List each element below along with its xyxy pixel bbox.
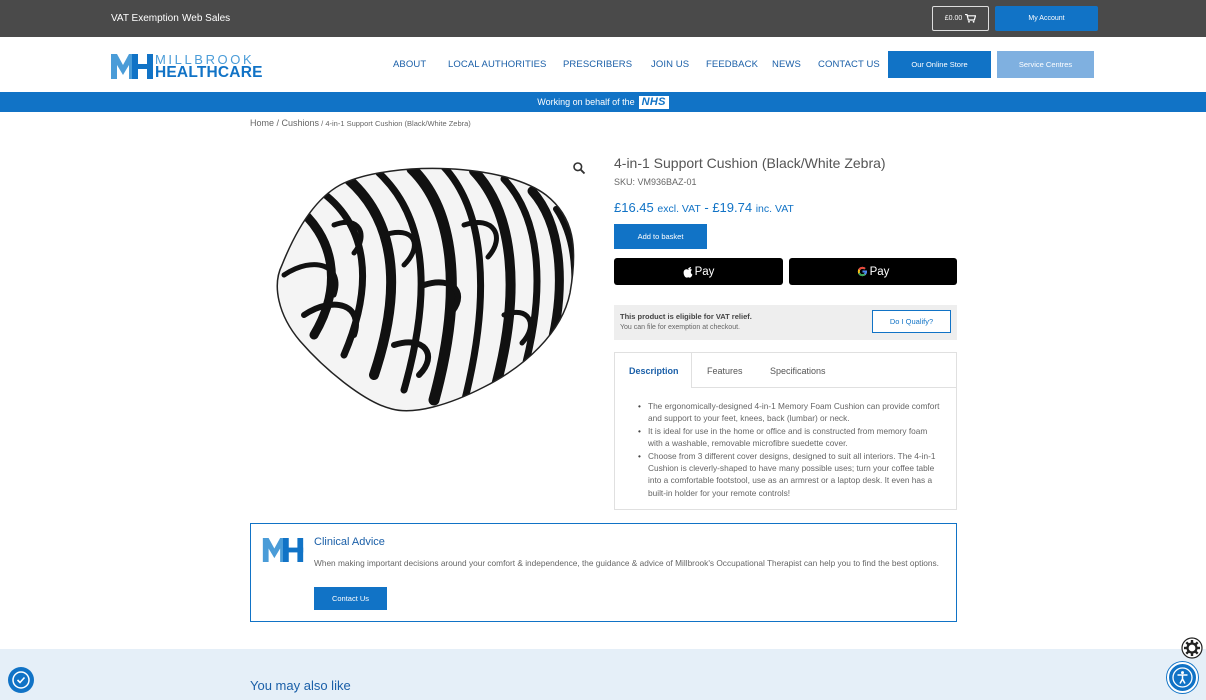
google-pay-label: Pay xyxy=(869,265,890,278)
breadcrumb-separator: / xyxy=(274,118,282,128)
my-account-button[interactable]: My Account xyxy=(995,6,1098,31)
clinical-advice-panel: Clinical Advice When making important de… xyxy=(250,523,957,622)
cookie-check-icon xyxy=(12,671,30,689)
description-list: The ergonomically-designed 4-in-1 Memory… xyxy=(638,400,943,499)
clinical-advice-title: Clinical Advice xyxy=(314,536,385,548)
product-tabs: Description Features Specifications The … xyxy=(614,352,957,510)
nav-about[interactable]: ABOUT xyxy=(393,59,426,70)
tab-divider xyxy=(692,387,957,388)
breadcrumb-cushions[interactable]: Cushions xyxy=(282,118,320,128)
product-sku: SKU: VM936BAZ-01 xyxy=(614,177,697,187)
list-item: Choose from 3 different cover designs, d… xyxy=(638,450,943,500)
millbrook-logo[interactable]: MILLBROOK HEALTHCARE xyxy=(111,53,263,81)
tab-description[interactable]: Description xyxy=(615,353,692,388)
online-store-button[interactable]: Our Online Store xyxy=(888,51,991,78)
vat-exemption-link[interactable]: VAT Exemption xyxy=(111,13,179,24)
apple-pay-label: Pay xyxy=(694,265,715,278)
nhs-banner: Working on behalf of the NHS xyxy=(0,92,1206,112)
nhs-banner-text: Working on behalf of the xyxy=(537,97,635,107)
tab-features[interactable]: Features xyxy=(707,353,743,388)
breadcrumb-current: 4-in-1 Support Cushion (Black/White Zebr… xyxy=(325,119,471,128)
list-item: The ergonomically-designed 4-in-1 Memory… xyxy=(638,400,943,425)
product-title: 4-in-1 Support Cushion (Black/White Zebr… xyxy=(614,155,886,171)
you-may-also-like-heading: You may also like xyxy=(250,678,351,693)
basket-button[interactable]: £0.00 xyxy=(932,6,989,31)
ex-vat-label: excl. VAT xyxy=(657,203,701,215)
settings-gear-icon[interactable] xyxy=(1181,637,1203,659)
apple-pay-button[interactable]: Pay xyxy=(614,258,783,285)
related-products-section xyxy=(0,649,1206,700)
clinical-advice-text: When making important decisions around y… xyxy=(314,558,939,568)
price-inc-vat: £19.74 xyxy=(712,200,753,215)
mh-logo-icon xyxy=(111,54,153,80)
cart-icon xyxy=(965,14,977,23)
apple-icon xyxy=(683,266,692,278)
nhs-logo: NHS xyxy=(638,95,669,109)
web-sales-link[interactable]: Web Sales xyxy=(182,13,230,24)
site-header: MILLBROOK HEALTHCARE ABOUT LOCAL AUTHORI… xyxy=(0,37,1206,92)
nav-news[interactable]: NEWS xyxy=(772,59,801,70)
accessibility-icon xyxy=(1172,667,1193,688)
breadcrumb: Home / Cushions / 4-in-1 Support Cushion… xyxy=(250,118,471,128)
vat-relief-subtext: You can file for exemption at checkout. xyxy=(620,324,740,331)
add-to-basket-button[interactable]: Add to basket xyxy=(614,224,707,249)
mh-logo-icon xyxy=(262,538,304,562)
inc-vat-label: inc. VAT xyxy=(755,203,794,215)
do-i-qualify-button[interactable]: Do I Qualify? xyxy=(872,310,951,333)
list-item: It is ideal for use in the home or offic… xyxy=(638,425,943,450)
nav-contact-us[interactable]: CONTACT US xyxy=(818,59,880,70)
price-separator: - xyxy=(700,200,713,215)
accessibility-button[interactable] xyxy=(1167,662,1198,693)
cookie-consent-button[interactable] xyxy=(8,667,34,693)
nav-local-authorities[interactable]: LOCAL AUTHORITIES xyxy=(448,59,546,70)
basket-total: £0.00 xyxy=(944,15,963,22)
nav-prescribers[interactable]: PRESCRIBERS xyxy=(563,59,632,70)
vat-relief-title: This product is eligible for VAT relief. xyxy=(620,312,752,321)
contact-us-button[interactable]: Contact Us xyxy=(314,587,387,610)
google-pay-button[interactable]: Pay xyxy=(789,258,957,285)
google-icon xyxy=(857,266,867,277)
nav-join-us[interactable]: JOIN US xyxy=(651,59,689,70)
tab-specifications[interactable]: Specifications xyxy=(770,353,826,388)
nav-feedback[interactable]: FEEDBACK xyxy=(706,59,758,70)
price-ex-vat: £16.45 xyxy=(614,200,654,215)
utility-bar: VAT Exemption Web Sales £0.00 My Account xyxy=(0,0,1206,37)
service-centres-button[interactable]: Service Centres xyxy=(997,51,1094,78)
breadcrumb-home[interactable]: Home xyxy=(250,118,274,128)
product-price: £16.45 excl. VAT - £19.74 inc. VAT xyxy=(614,200,794,215)
product-image-zebra-cushion[interactable] xyxy=(274,165,580,415)
logo-text-healthcare: HEALTHCARE xyxy=(155,64,263,81)
